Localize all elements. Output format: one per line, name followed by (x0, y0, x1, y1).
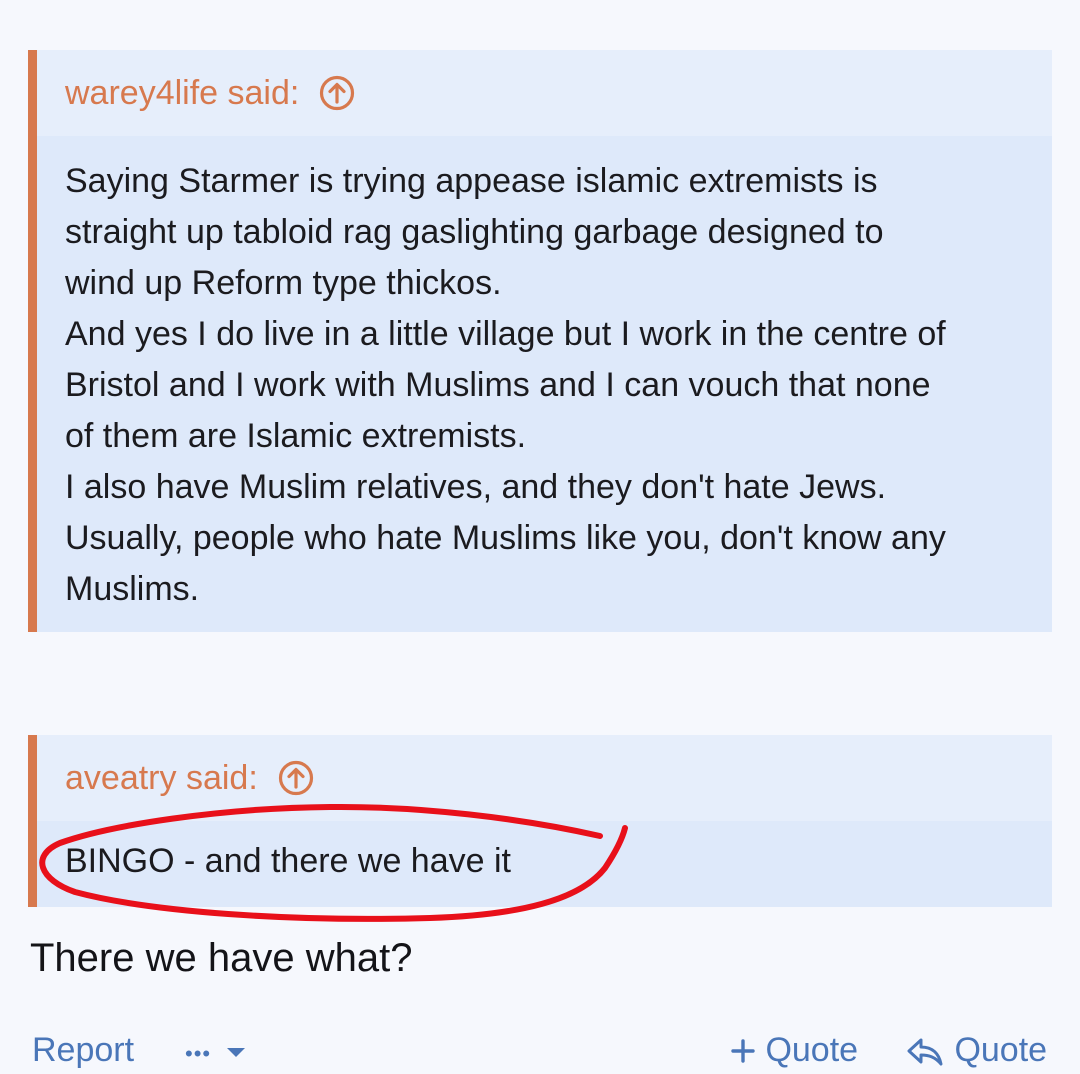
quote-line: Bristol and I work with Muslims and I ca… (65, 366, 931, 404)
quote-block-aveatry: aveatry said: BINGO - and there we have … (28, 735, 1052, 907)
post-actions-bar: Report ••• Quote Quote (0, 1030, 1080, 1070)
quote-text: Saying Starmer is trying appease islamic… (37, 136, 1052, 633)
quote-header: warey4life said: (37, 50, 1052, 136)
quote-block-warey4life: warey4life said: Saying Starmer is tryin… (28, 50, 1052, 632)
reply-text: There we have what? (30, 936, 413, 980)
plus-icon (731, 1039, 755, 1063)
quote-author[interactable]: aveatry said: (65, 761, 258, 795)
jump-to-quote-icon[interactable] (278, 760, 314, 796)
more-dots: ••• (185, 1041, 212, 1066)
quote-line: I also have Muslim relatives, and they d… (65, 468, 887, 506)
quote-author[interactable]: warey4life said: (65, 76, 299, 110)
quote-line: Saying Starmer is trying appease islamic… (65, 162, 878, 200)
quote-line: straight up tabloid rag gaslighting garb… (65, 213, 884, 251)
quote-line: Usually, people who hate Muslims like yo… (65, 519, 946, 557)
report-link[interactable]: Report (32, 1030, 134, 1070)
multiquote-button[interactable]: Quote (730, 1030, 858, 1070)
quote-header: aveatry said: (37, 735, 1052, 821)
quote-text: BINGO - and there we have it (37, 821, 1052, 905)
more-options-button[interactable]: ••• (185, 1030, 247, 1074)
multiquote-label: Quote (765, 1031, 859, 1069)
quote-line: And yes I do live in a little village bu… (65, 315, 946, 353)
quote-line: of them are Islamic extremists. (65, 417, 527, 455)
quote-line: Muslims. (65, 570, 200, 608)
chevron-down-icon (226, 1048, 245, 1058)
quote-label: Quote (954, 1031, 1048, 1069)
quote-line: wind up Reform type thickos. (65, 264, 502, 302)
quote-line: BINGO - and there we have it (65, 842, 511, 880)
reply-icon (907, 1038, 943, 1066)
quote-reply-button[interactable]: Quote (905, 1030, 1047, 1070)
jump-to-quote-icon[interactable] (319, 75, 355, 111)
